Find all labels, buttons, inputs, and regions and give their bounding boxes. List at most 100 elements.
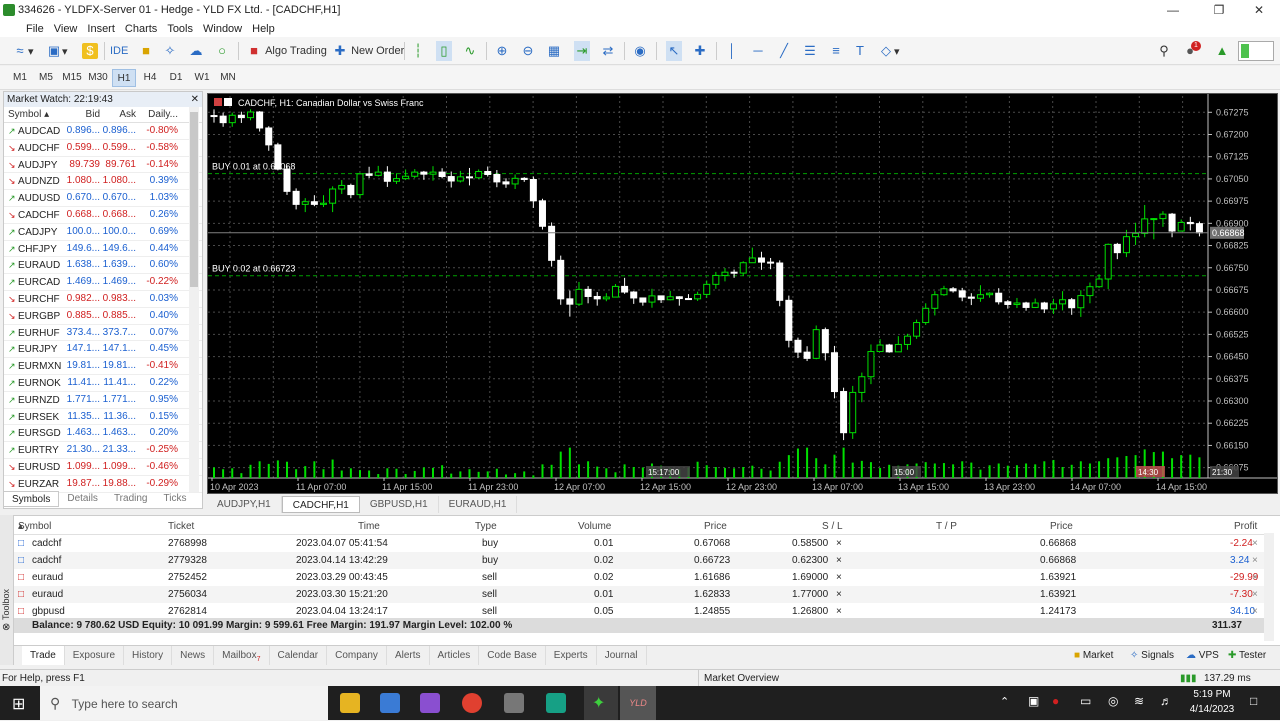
trade-close-icon[interactable]: × (1252, 569, 1258, 586)
tf-h4[interactable]: H4 (138, 69, 162, 87)
th-sl[interactable]: S / L (822, 518, 843, 535)
new-chart-icon[interactable]: ▣ ▾ (46, 41, 68, 61)
th-symbol[interactable]: Symbol ▴ (18, 518, 51, 535)
vps-link[interactable]: ☁ VPS (1186, 646, 1219, 665)
text-tool-icon[interactable]: T (852, 41, 868, 61)
tf-m15[interactable]: M15 (60, 69, 84, 87)
ide-button[interactable]: IDE (110, 41, 128, 61)
th-volume[interactable]: Volume (578, 518, 611, 535)
candle-chart-icon[interactable]: ▯ (436, 41, 452, 61)
screenshot-icon[interactable]: ◉ (632, 41, 648, 61)
file-explorer-icon[interactable] (340, 693, 360, 713)
chart-tab-cadchf[interactable]: CADCHF,H1 (281, 496, 360, 513)
tray-date[interactable]: 4/14/2023 (1184, 704, 1240, 715)
market-watch-row[interactable]: ↗ EURCAD 1.469... 1.469... -0.22% (4, 274, 202, 291)
chart-tab-gbpusd[interactable]: GBPUSD,H1 (360, 496, 439, 513)
close-panel-icon[interactable]: ✕ (191, 92, 199, 107)
chart-tab-euraud[interactable]: EURAUD,H1 (439, 496, 518, 513)
tab-history[interactable]: History (124, 646, 173, 665)
market-link[interactable]: ■ Market (1074, 646, 1113, 665)
zoom-in-icon[interactable]: ⊕ (494, 41, 510, 61)
th-type[interactable]: Type (475, 518, 497, 535)
coins-icon[interactable]: $ (82, 41, 98, 61)
toolbox-close-icon[interactable]: ⊗ (2, 622, 10, 633)
tray-antivirus-icon[interactable]: ● (1052, 694, 1059, 708)
trade-row[interactable]: □ cadchf 2768998 2023.04.07 05:41:54 buy 0.01… (14, 535, 1264, 552)
tab-company[interactable]: Company (327, 646, 387, 665)
shapes-icon[interactable]: ◇ ▾ (878, 41, 900, 61)
market-watch-row[interactable]: ↗ AUDUSD 0.670... 0.670... 1.03% (4, 190, 202, 207)
trade-row[interactable]: □ euraud 2756034 2023.03.30 15:21:20 sell 0.0… (14, 586, 1264, 603)
search-icon[interactable]: ⚲ (1156, 41, 1172, 61)
tf-h1[interactable]: H1 (112, 69, 136, 87)
tab-details[interactable]: Details (59, 491, 106, 507)
tf-w1[interactable]: W1 (190, 69, 214, 87)
th-current-price[interactable]: Price (1050, 518, 1073, 535)
new-order-button[interactable]: ✚ New Order (332, 41, 405, 61)
menu-file[interactable]: File (0, 23, 54, 35)
autoscroll-icon[interactable]: ⇥ (574, 41, 590, 61)
market-watch-row[interactable]: ↘ CADCHF 0.668... 0.668... 0.26% (4, 207, 202, 224)
tray-chevron-icon[interactable]: ⌃ (1000, 695, 1009, 708)
grid-icon[interactable]: ▦ (546, 41, 562, 61)
trade-sl-remove-icon[interactable]: × (836, 535, 842, 552)
tab-ticks[interactable]: Ticks (155, 491, 194, 507)
menu-view[interactable]: View (54, 23, 88, 35)
tab-exposure[interactable]: Exposure (65, 646, 125, 665)
tray-mic-icon[interactable]: ◎ (1108, 694, 1118, 708)
notification-center-icon[interactable]: □ (1250, 694, 1257, 708)
chart-tab-audjpy[interactable]: AUDJPY,H1 (207, 496, 282, 513)
notifications-icon[interactable]: ● 1 (1182, 41, 1201, 61)
tab-mailbox[interactable]: Mailbox7 (214, 646, 270, 665)
tab-news[interactable]: News (172, 646, 215, 665)
signal-icon[interactable]: ✧ (162, 41, 178, 61)
cloud-icon[interactable]: ☁ (188, 41, 204, 61)
market-watch-row[interactable]: ↗ EURMXN 19.81... 19.81... -0.41% (4, 358, 202, 375)
col-ask[interactable]: Ask (100, 107, 136, 122)
menu-tools[interactable]: Tools (167, 23, 203, 35)
market-watch-row[interactable]: ↗ EURJPY 147.1... 147.1... 0.45% (4, 341, 202, 359)
trade-close-icon[interactable]: × (1252, 535, 1258, 552)
tf-m1[interactable]: M1 (8, 69, 32, 87)
tab-trading[interactable]: Trading (106, 491, 156, 507)
th-ticket[interactable]: Ticket (168, 518, 194, 535)
tab-experts[interactable]: Experts (546, 646, 597, 665)
metatrader-taskbar-icon[interactable]: ✦ (584, 686, 618, 720)
market-watch-row[interactable]: ↗ CADJPY 100.0... 100.0... 0.69% (4, 224, 202, 241)
line-chart-icon[interactable]: ∿ (462, 41, 478, 61)
lock-icon[interactable]: ■ (138, 41, 154, 61)
market-watch-row[interactable]: ↘ EURCHF 0.982... 0.983... 0.03% (4, 291, 202, 308)
trade-close-icon[interactable]: × (1252, 552, 1258, 569)
yld-taskbar-icon[interactable]: YLD (620, 686, 656, 720)
tray-volume-icon[interactable]: ♬ (1160, 694, 1172, 708)
channel-icon[interactable]: ☰ (802, 41, 818, 61)
trade-sl-remove-icon[interactable]: × (836, 569, 842, 586)
market-watch-row[interactable]: ↗ EURSEK 11.35... 11.36... 0.15% (4, 409, 202, 426)
price-chart[interactable]: 0.67275 0.67200 0.67125 0.67050 0.66975 0.669… (207, 93, 1278, 494)
chrome-icon[interactable] (462, 693, 482, 713)
chart-canvas[interactable]: 0.672750.672000.671250.670500.669750.669… (208, 94, 1277, 493)
trade-sl-remove-icon[interactable]: × (836, 586, 842, 603)
th-profit[interactable]: Profit (1234, 518, 1257, 535)
horizontal-line-icon[interactable]: ─ (750, 41, 766, 61)
tab-articles[interactable]: Articles (430, 646, 480, 665)
chart-shift-icon[interactable]: ⇄ (600, 41, 616, 61)
tab-trade[interactable]: Trade (22, 646, 65, 665)
th-time[interactable]: Time (358, 518, 380, 535)
tab-symbols[interactable]: Symbols (3, 491, 60, 507)
mail-icon[interactable] (504, 693, 524, 713)
market-watch-row[interactable]: ↘ EURUSD 1.099... 1.099... -0.46% (4, 459, 202, 476)
market-watch-row[interactable]: ↘ EURGBP 0.885... 0.885... 0.40% (4, 308, 202, 325)
th-price[interactable]: Price (704, 518, 727, 535)
tray-time[interactable]: 5:19 PM (1190, 689, 1234, 700)
crosshair-icon[interactable]: ✚ (692, 41, 708, 61)
trade-close-icon[interactable]: × (1252, 586, 1258, 603)
windows-start-icon[interactable]: ⊞ (12, 694, 25, 714)
market-watch-row[interactable]: ↗ AUDCAD 0.896... 0.896... -0.80% (4, 123, 202, 140)
trade-row[interactable]: □ euraud 2752452 2023.03.29 00:43:45 sell 0.0… (14, 569, 1264, 586)
tab-journal[interactable]: Journal (597, 646, 647, 665)
calculator-icon[interactable] (380, 693, 400, 713)
col-bid[interactable]: Bid (64, 107, 100, 122)
trade-row[interactable]: □ cadchf 2779328 2023.04.14 13:42:29 buy 0.02… (14, 552, 1264, 569)
market-watch-row[interactable]: ↘ AUDJPY 89.739 89.761 -0.14% (4, 157, 202, 174)
